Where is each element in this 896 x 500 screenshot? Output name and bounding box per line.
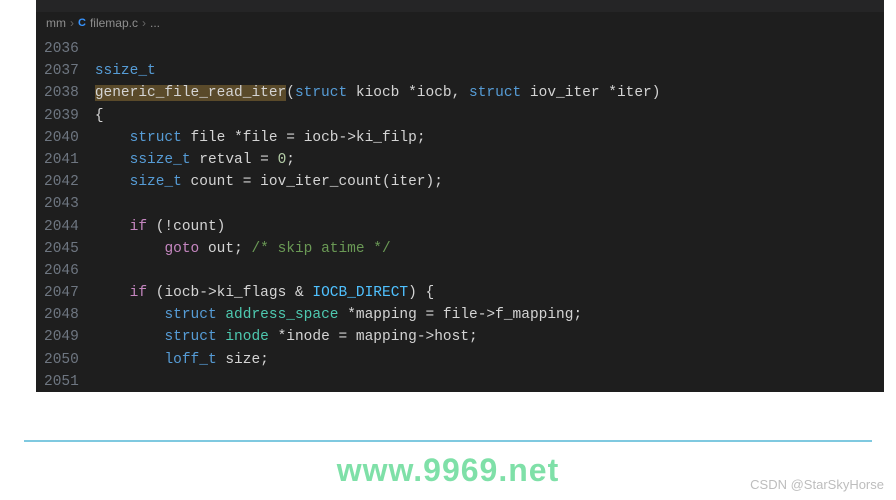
line-number: 2051 (44, 371, 79, 392)
line-number: 2039 (44, 105, 79, 127)
code-line[interactable]: struct file *file = iocb->ki_filp; (95, 127, 661, 149)
line-number: 2046 (44, 260, 79, 282)
code-line[interactable] (95, 38, 661, 60)
csdn-attribution: CSDN @StarSkyHorse (750, 477, 884, 492)
code-line[interactable]: { (95, 105, 661, 127)
code-line[interactable]: loff_t size; (95, 349, 661, 371)
tab-bar (36, 0, 884, 12)
code-line[interactable]: ssize_t retval = 0; (95, 149, 661, 171)
chevron-right-icon: › (70, 16, 74, 30)
line-number: 2047 (44, 282, 79, 304)
code-line[interactable] (95, 260, 661, 282)
code-line[interactable] (95, 193, 661, 215)
line-number: 2043 (44, 193, 79, 215)
line-number: 2042 (44, 171, 79, 193)
line-number: 2041 (44, 149, 79, 171)
chevron-right-icon: › (142, 16, 146, 30)
line-number: 2036 (44, 38, 79, 60)
code-line[interactable]: struct inode *inode = mapping->host; (95, 326, 661, 348)
code-line[interactable] (95, 371, 661, 392)
line-number: 2045 (44, 238, 79, 260)
code-line[interactable]: if (!count) (95, 216, 661, 238)
breadcrumb-ellipsis[interactable]: ... (150, 16, 160, 30)
line-number: 2049 (44, 326, 79, 348)
code-line[interactable]: size_t count = iov_iter_count(iter); (95, 171, 661, 193)
code-content[interactable]: ssize_tgeneric_file_read_iter(struct kio… (95, 34, 661, 392)
line-number: 2048 (44, 304, 79, 326)
line-number: 2050 (44, 349, 79, 371)
line-number: 2037 (44, 60, 79, 82)
breadcrumb-folder[interactable]: mm (46, 16, 66, 30)
code-area[interactable]: 2036203720382039204020412042204320442045… (36, 34, 884, 392)
line-number: 2044 (44, 216, 79, 238)
line-number: 2038 (44, 82, 79, 104)
code-line[interactable]: if (iocb->ki_flags & IOCB_DIRECT) { (95, 282, 661, 304)
line-number-gutter: 2036203720382039204020412042204320442045… (36, 34, 95, 392)
footer-divider (24, 440, 872, 442)
code-editor: mm › C filemap.c › ... 20362037203820392… (36, 0, 884, 392)
code-line[interactable]: goto out; /* skip atime */ (95, 238, 661, 260)
code-line[interactable]: struct address_space *mapping = file->f_… (95, 304, 661, 326)
line-number: 2040 (44, 127, 79, 149)
code-line[interactable]: generic_file_read_iter(struct kiocb *ioc… (95, 82, 661, 104)
breadcrumb-file[interactable]: filemap.c (90, 16, 138, 30)
code-line[interactable]: ssize_t (95, 60, 661, 82)
c-file-icon: C (78, 17, 86, 29)
breadcrumb[interactable]: mm › C filemap.c › ... (36, 12, 884, 34)
